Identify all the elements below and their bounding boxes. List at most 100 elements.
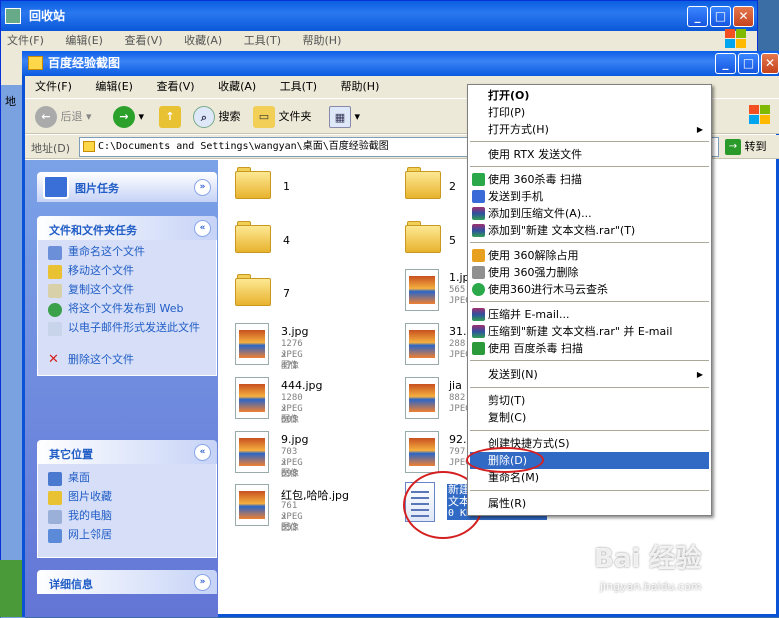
forward-dropdown-icon[interactable]: ▾	[139, 110, 145, 123]
place-my-pictures[interactable]: 图片收藏	[48, 491, 208, 505]
menu-tools[interactable]: 工具(T)	[280, 80, 317, 93]
address-label: 地址(D)	[31, 142, 71, 155]
minimize-button[interactable]: _	[715, 53, 736, 74]
folder-name: 1	[283, 180, 290, 193]
place-network-label: 网上邻居	[68, 528, 112, 541]
task-rename[interactable]: 重命名这个文件	[48, 246, 208, 260]
menu-zip-rar-email[interactable]: 压缩到"新建 文本文档.rar" 并 E-mail	[470, 323, 709, 340]
expand-chevron-icon[interactable]: »	[194, 574, 211, 591]
menu-open-with[interactable]: 打开方式(H) ▶	[470, 121, 709, 138]
place-desktop-label: 桌面	[68, 471, 90, 484]
menu-add-archive[interactable]: 添加到压缩文件(A)...	[470, 205, 709, 222]
globe-icon	[48, 303, 62, 317]
file-dimensions: 565	[449, 285, 466, 295]
menu-print[interactable]: 打印(P)	[470, 104, 709, 121]
address-path: C:\Documents and Settings\wangyan\桌面\百度经…	[98, 141, 389, 152]
menu-zip-email[interactable]: 压缩并 E-mail...	[470, 306, 709, 323]
menu-rtx-send[interactable]: 使用 RTX 发送文件	[470, 146, 709, 163]
bg-menu-favorites[interactable]: 收藏(A)	[184, 34, 222, 47]
menu-print-label: 打印(P)	[488, 106, 526, 119]
file-tasks-panel: 重命名这个文件 移动这个文件 复制这个文件 将这个文件发布到 Web 以电子邮件…	[37, 240, 217, 376]
menu-360-unlock[interactable]: 使用 360解除占用	[470, 247, 709, 264]
menu-360-trojan-scan[interactable]: 使用360进行木马云查杀	[470, 281, 709, 298]
explorer-titlebar[interactable]: 百度经验截图	[22, 51, 779, 76]
menu-favorites[interactable]: 收藏(A)	[218, 80, 256, 93]
menu-view[interactable]: 查看(V)	[156, 80, 194, 93]
task-delete-label: 删除这个文件	[68, 353, 134, 366]
menu-cut[interactable]: 剪切(T)	[470, 392, 709, 409]
bg-menu-tools[interactable]: 工具(T)	[244, 34, 281, 47]
bg-menu-edit[interactable]: 编辑(E)	[65, 34, 103, 47]
forward-arrow-icon: →	[113, 106, 135, 128]
menu-baidu-scan[interactable]: 使用 百度杀毒 扫描	[470, 340, 709, 357]
menu-360-force-delete-label: 使用 360强力删除	[488, 266, 579, 279]
file-type: JPEG 图像	[281, 458, 303, 479]
bg-minimize-button[interactable]: _	[687, 6, 708, 27]
menu-360-scan[interactable]: 使用 360杀毒 扫描	[470, 171, 709, 188]
forward-button[interactable]: → ▾	[113, 106, 144, 128]
place-network[interactable]: 网上邻居	[48, 528, 208, 543]
picture-tasks-header[interactable]: 图片任务 »	[37, 172, 217, 202]
collapse-chevron-icon[interactable]: «	[194, 220, 211, 237]
task-copy[interactable]: 复制这个文件	[48, 283, 208, 298]
bg-maximize-button[interactable]: □	[710, 6, 731, 27]
back-dropdown-icon[interactable]: ▾	[86, 110, 92, 123]
up-button[interactable]: ↑	[159, 106, 181, 128]
go-button[interactable]: → 转到	[725, 138, 767, 155]
views-button[interactable]: ▦ ▾	[329, 106, 360, 128]
back-arrow-icon: ←	[35, 106, 57, 128]
menu-zip-rar-email-label: 压缩到"新建 文本文档.rar" 并 E-mail	[488, 325, 673, 338]
menu-help[interactable]: 帮助(H)	[341, 80, 380, 93]
file-tasks-title: 文件和文件夹任务	[49, 224, 137, 237]
menu-separator	[470, 490, 709, 491]
file-name: 92.	[449, 433, 467, 446]
file-dimensions: 288	[449, 339, 466, 349]
other-places-header[interactable]: 其它位置 «	[37, 440, 217, 464]
network-icon	[48, 529, 62, 543]
menu-copy[interactable]: 复制(C)	[470, 409, 709, 426]
folder-name: 2	[449, 180, 456, 193]
menu-properties[interactable]: 属性(R)	[470, 495, 709, 512]
close-button[interactable]: ✕	[761, 53, 779, 74]
menu-360-force-delete[interactable]: 使用 360强力删除	[470, 264, 709, 281]
maximize-button[interactable]: □	[738, 53, 759, 74]
menu-open[interactable]: 打开(O)	[470, 87, 709, 104]
collapse-chevron-icon[interactable]: «	[194, 444, 211, 461]
bg-close-button[interactable]: ✕	[733, 6, 754, 27]
menu-send-to[interactable]: 发送到(N) ▶	[470, 366, 709, 383]
bg-menu-file[interactable]: 文件(F)	[7, 34, 44, 47]
task-delete[interactable]: ✕ 删除这个文件	[48, 353, 208, 366]
menu-open-with-label: 打开方式(H)	[488, 123, 549, 136]
jpeg-image-icon	[235, 377, 269, 419]
task-publish-web[interactable]: 将这个文件发布到 Web	[48, 303, 208, 317]
details-header[interactable]: 详细信息 »	[37, 570, 217, 594]
views-dropdown-icon[interactable]: ▾	[355, 110, 361, 123]
file-tasks-header[interactable]: 文件和文件夹任务 «	[37, 216, 217, 240]
place-my-computer[interactable]: 我的电脑	[48, 510, 208, 524]
menu-send-phone[interactable]: 发送到手机	[470, 188, 709, 205]
menu-file[interactable]: 文件(F)	[35, 80, 72, 93]
pictures-folder-icon	[48, 491, 62, 505]
search-button[interactable]: ⌕ 搜索	[193, 106, 241, 128]
menu-edit[interactable]: 编辑(E)	[95, 80, 133, 93]
bg-menu-help[interactable]: 帮助(H)	[303, 34, 342, 47]
menu-properties-label: 属性(R)	[488, 497, 527, 510]
menu-add-rar[interactable]: 添加到"新建 文本文档.rar"(T)	[470, 222, 709, 239]
search-label: 搜索	[218, 110, 241, 123]
task-email[interactable]: 以电子邮件形式发送此文件	[48, 322, 208, 336]
background-window-titlebar[interactable]: 回收站	[1, 1, 757, 31]
expand-chevron-icon[interactable]: »	[194, 179, 211, 196]
picture-tasks-title: 图片任务	[75, 182, 119, 195]
task-copy-label: 复制这个文件	[68, 283, 134, 296]
file-type: JPEG 图像	[281, 350, 303, 371]
bg-menu-view[interactable]: 查看(V)	[124, 34, 162, 47]
jpeg-image-icon	[405, 269, 439, 311]
copy-icon	[48, 284, 62, 298]
task-move[interactable]: 移动这个文件	[48, 265, 208, 279]
winrar-icon	[472, 325, 485, 338]
email-icon	[48, 322, 62, 336]
place-desktop[interactable]: 桌面	[48, 471, 208, 486]
back-button[interactable]: ← 后退 ▾	[35, 106, 92, 128]
folders-button[interactable]: ▭ 文件夹	[253, 106, 312, 128]
rename-icon	[48, 246, 62, 260]
